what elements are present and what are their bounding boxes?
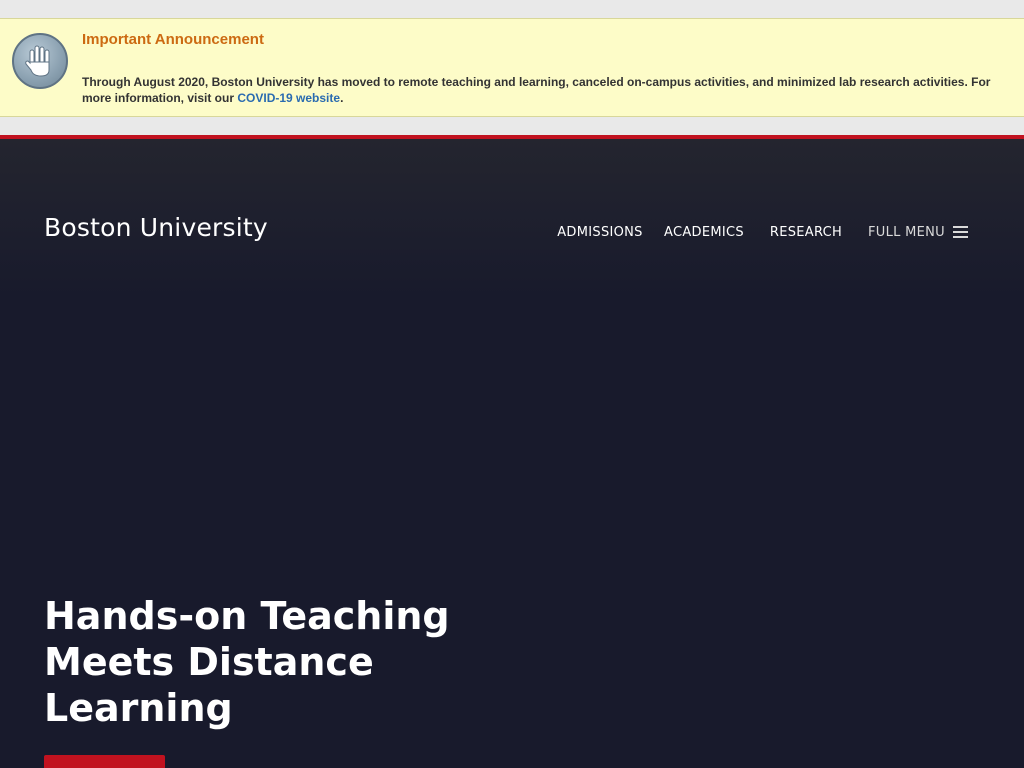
announcement-title: Important Announcement (82, 31, 264, 48)
announcement-period: . (340, 91, 344, 105)
page: Important Announcement Through August 20… (0, 0, 1024, 768)
main-nav: ADMISSIONS ACADEMICS RESEARCH FULL MENU (548, 221, 980, 243)
nav-admissions-label: ADMISSIONS (557, 224, 643, 240)
announcement-text: Through August 2020, Boston University h… (82, 74, 1002, 106)
full-menu-button[interactable]: FULL MENU (856, 221, 980, 243)
full-menu-label: FULL MENU (868, 224, 945, 240)
covid-website-link[interactable]: COVID-19 website (237, 91, 340, 105)
hero-section: Boston University ADMISSIONS ACADEMICS R… (0, 135, 1024, 768)
nav-academics-button[interactable]: ACADEMICS (652, 221, 756, 243)
nav-admissions-button[interactable]: ADMISSIONS (548, 221, 652, 243)
read-now-button[interactable]: Read Now (44, 755, 165, 768)
nav-research-button[interactable]: RESEARCH (756, 221, 856, 243)
announcement-banner: Important Announcement Through August 20… (0, 18, 1024, 117)
hero-heading: Hands-on Teaching Meets Distance Learnin… (44, 594, 450, 730)
nav-research-label: RESEARCH (769, 224, 843, 240)
site-logo-text[interactable]: Boston University (44, 213, 268, 242)
hand-stop-icon (12, 33, 68, 89)
announcement-body: Through August 2020, Boston University h… (82, 75, 991, 105)
nav-academics-label: ACADEMICS (664, 224, 744, 240)
hamburger-menu-icon (952, 226, 968, 238)
